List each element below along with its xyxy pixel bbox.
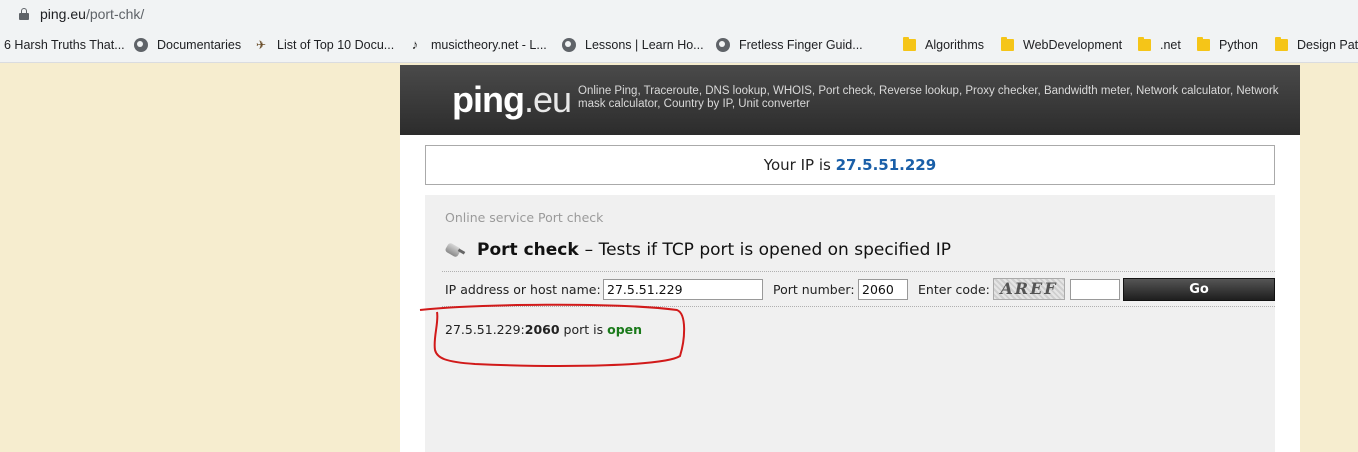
folder-icon xyxy=(903,37,916,51)
musictheory-icon: ♪ xyxy=(411,37,419,52)
code-input[interactable] xyxy=(1070,279,1120,300)
globe-icon xyxy=(134,38,148,52)
bookmarks-bar: 6 Harsh Truths That... Documentaries ✈ Li… xyxy=(0,30,1358,63)
hummingbird-icon: ✈ xyxy=(255,38,267,52)
captcha-image: AREF xyxy=(993,278,1065,300)
site-container: ping.eu Online Ping, Traceroute, DNS loo… xyxy=(400,65,1300,452)
folder-icon xyxy=(1197,37,1210,51)
site-logo[interactable]: ping.eu xyxy=(452,79,572,121)
folder-icon xyxy=(1275,37,1288,51)
ip-prefix: Your IP is xyxy=(763,156,831,174)
title-description: – Tests if TCP port is opened on specifi… xyxy=(584,240,952,260)
port-check-form: IP address or host name: Port number: En… xyxy=(442,271,1275,307)
result-text: port is xyxy=(563,322,604,337)
service-label: Online service Port check xyxy=(445,210,604,225)
address-bar[interactable]: ping.eu/port-chk/ xyxy=(0,0,1358,30)
host-label: IP address or host name: xyxy=(445,282,601,297)
title-text: Port check xyxy=(477,240,579,260)
site-tagline: Online Ping, Traceroute, DNS lookup, WHO… xyxy=(578,85,1279,110)
code-label: Enter code: xyxy=(918,282,990,297)
go-button[interactable]: Go xyxy=(1123,278,1275,301)
port-input[interactable] xyxy=(858,279,908,300)
bookmark-folder[interactable]: Design Patt xyxy=(1275,37,1358,52)
plug-icon xyxy=(445,241,467,259)
bookmark-item[interactable]: Fretless Finger Guid... xyxy=(716,38,863,52)
bookmark-item[interactable]: ♪ musictheory.net - L... xyxy=(408,37,547,53)
port-check-panel: Online service Port check Port check – T… xyxy=(425,195,1275,452)
result-host: 27.5.51.229: xyxy=(445,322,525,337)
url-text[interactable]: ping.eu/port-chk/ xyxy=(40,6,144,22)
bookmark-item[interactable]: 6 Harsh Truths That... xyxy=(4,38,125,52)
bookmark-folder[interactable]: .net xyxy=(1138,37,1181,52)
result-port: 2060 xyxy=(524,322,560,337)
bookmark-item[interactable]: ✈ List of Top 10 Docu... xyxy=(254,38,394,52)
page-title: Port check – Tests if TCP port is opened… xyxy=(445,240,951,260)
globe-icon xyxy=(562,38,576,52)
host-input[interactable] xyxy=(603,279,763,300)
result-status: open xyxy=(607,322,643,337)
bookmark-folder[interactable]: Python xyxy=(1197,37,1258,52)
port-label: Port number: xyxy=(773,282,855,297)
your-ip-banner: Your IP is 27.5.51.229 xyxy=(425,145,1275,185)
bookmark-folder[interactable]: WebDevelopment xyxy=(1001,37,1122,52)
ip-value: 27.5.51.229 xyxy=(835,156,937,174)
bookmark-item[interactable]: Documentaries xyxy=(134,38,241,52)
folder-icon xyxy=(1138,37,1151,51)
site-header: ping.eu Online Ping, Traceroute, DNS loo… xyxy=(400,65,1300,135)
bookmark-item[interactable]: Lessons | Learn Ho... xyxy=(562,38,704,52)
folder-icon xyxy=(1001,37,1014,51)
bookmark-folder[interactable]: Algorithms xyxy=(903,37,984,52)
lock-icon[interactable] xyxy=(19,8,29,20)
result-line: 27.5.51.229:2060 port is open xyxy=(445,322,642,337)
globe-icon xyxy=(716,38,730,52)
